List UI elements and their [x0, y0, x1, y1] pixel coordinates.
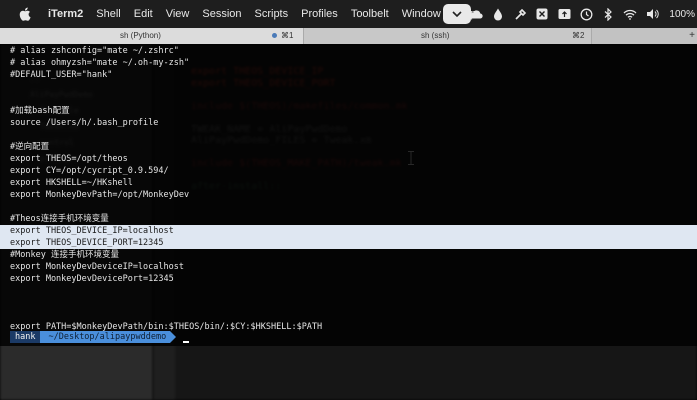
- menu-scripts[interactable]: Scripts: [255, 8, 289, 20]
- menu-edit[interactable]: Edit: [134, 8, 153, 20]
- volume-icon[interactable]: [645, 7, 659, 21]
- tab-shortcut: ⌘1: [281, 31, 294, 40]
- chevron-down-icon[interactable]: [443, 4, 471, 24]
- terminal-line: #Monkey 连接手机环境变量: [10, 250, 119, 260]
- menu-toolbelt[interactable]: Toolbelt: [351, 8, 389, 20]
- terminal-line: export CY=/opt/cycript_0.9.594/: [10, 166, 169, 176]
- terminal-line: export THEOS_DEVICE_IP=localhost: [10, 226, 174, 236]
- menu-session[interactable]: Session: [202, 8, 241, 20]
- shell-prompt: hank ~/Desktop/alipaypwddemo: [10, 331, 190, 343]
- menu-view[interactable]: View: [166, 8, 190, 20]
- menu-shell[interactable]: Shell: [96, 8, 120, 20]
- terminal-line: #逆向配置: [10, 142, 50, 152]
- menu-bar: iTerm2 Shell Edit View Session Scripts P…: [0, 0, 697, 28]
- terminal-line: export MonkeyDevPath=/opt/MonkeyDev: [10, 190, 190, 200]
- tab-shortcut: ⌘2: [572, 31, 585, 40]
- menu-profiles[interactable]: Profiles: [301, 8, 338, 20]
- cloud-icon[interactable]: [469, 7, 484, 21]
- menu-app-name[interactable]: iTerm2: [48, 8, 83, 20]
- prompt-user: hank: [10, 331, 41, 343]
- prompt-path: ~/Desktop/alipaypwddemo: [40, 331, 171, 343]
- terminal-line: export MonkeyDevDevicePort=12345: [10, 274, 174, 284]
- terminal-line: #Theos连接手机环境变量: [10, 214, 109, 224]
- upload-icon[interactable]: [557, 7, 571, 21]
- status-icons: 100%: [465, 0, 697, 28]
- new-tab-button[interactable]: +: [689, 30, 695, 41]
- terminal-line: #DEFAULT_USER="hank": [10, 70, 113, 80]
- terminal-cursor: [183, 341, 190, 343]
- activity-dot-icon: [272, 33, 277, 38]
- tab-bar: sh (Python) ⌘1 sh (ssh) ⌘2 +: [0, 28, 697, 44]
- terminal-line: export MonkeyDevDeviceIP=localhost: [10, 262, 184, 272]
- prompt-arrow-icon: [170, 331, 177, 343]
- terminal-line: export HKSHELL=~/HKshell: [10, 178, 133, 188]
- terminal-line: export THEOS=/opt/theos: [10, 154, 128, 164]
- terminal-line: #加载bash配置: [10, 106, 70, 116]
- tab-title: sh (ssh): [421, 31, 450, 40]
- terminal-line: source /Users/h/.bash_profile: [10, 118, 159, 128]
- menu-window[interactable]: Window: [402, 8, 441, 20]
- droplet-icon[interactable]: [491, 7, 505, 21]
- time-machine-icon[interactable]: [579, 7, 593, 21]
- close-box-icon[interactable]: [535, 7, 549, 21]
- tab-third[interactable]: [591, 28, 697, 44]
- tab-sh-python[interactable]: sh (Python) ⌘1: [0, 28, 303, 44]
- wifi-icon[interactable]: [623, 7, 637, 21]
- battery-percentage[interactable]: 100%: [669, 9, 695, 20]
- apple-icon[interactable]: [19, 7, 33, 21]
- tools-icon[interactable]: [513, 7, 527, 21]
- terminal-line: # alias zshconfig="mate ~/.zshrc": [10, 46, 179, 56]
- bluetooth-icon[interactable]: [601, 7, 615, 21]
- tab-sh-ssh[interactable]: sh (ssh) ⌘2: [303, 28, 591, 44]
- terminal-line: # alias ohmyzsh="mate ~/.oh-my-zsh": [10, 58, 190, 68]
- terminal-line: export THEOS_DEVICE_PORT=12345: [10, 238, 164, 248]
- terminal-output[interactable]: # alias zshconfig="mate ~/.zshrc" # alias…: [0, 44, 697, 346]
- tab-title: sh (Python): [120, 31, 161, 40]
